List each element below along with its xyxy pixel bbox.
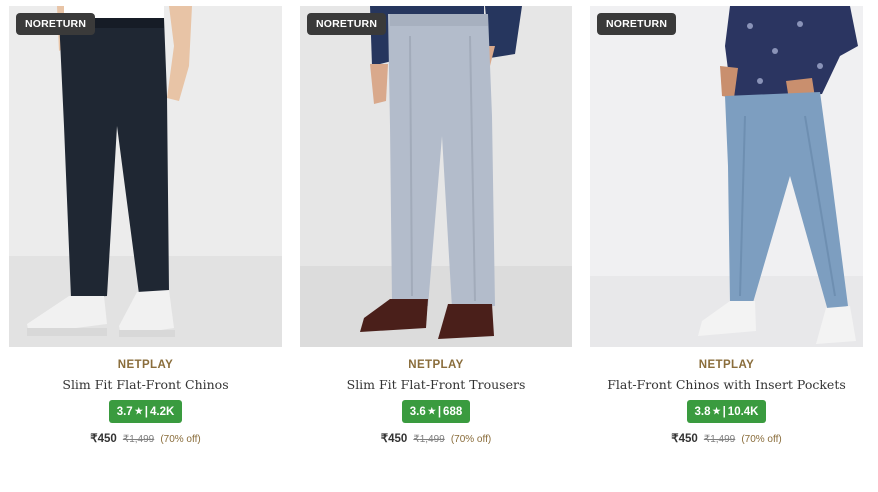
rating-separator: | — [437, 405, 442, 418]
product-photo — [9, 6, 282, 347]
price-row: ₹450 ₹1,499 (70% off) — [590, 432, 863, 446]
rating-separator: | — [144, 405, 148, 418]
product-title[interactable]: Slim Fit Flat-Front Trousers — [300, 377, 572, 393]
product-brand: NETPLAY — [408, 359, 464, 371]
selling-price: ₹450 — [90, 433, 117, 445]
price-row: ₹450 ₹1,499 (70% off) — [9, 432, 282, 446]
product-image[interactable]: NORETURN — [590, 6, 863, 347]
discount-text: (70% off) — [741, 434, 782, 445]
noreturn-badge: NORETURN — [307, 13, 387, 35]
rating-value: 3.7 — [116, 405, 133, 418]
product-card[interactable]: NORETURN NETPLAY Slim Fit Flat-Front Chi… — [9, 6, 282, 446]
discount-text: (70% off) — [160, 434, 201, 445]
product-photo — [300, 6, 572, 347]
rating-badge: 3.6 ★ | 688 — [401, 400, 471, 423]
rating-separator: | — [722, 405, 726, 418]
rating-row: 3.8 ★ | 10.4K — [590, 400, 863, 423]
noreturn-badge: NORETURN — [597, 13, 677, 35]
original-price: ₹1,499 — [413, 434, 445, 445]
product-title[interactable]: Slim Fit Flat-Front Chinos — [9, 377, 282, 393]
original-price: ₹1,499 — [703, 434, 736, 445]
original-price: ₹1,499 — [122, 434, 155, 445]
rating-row: 3.7 ★ | 4.2K — [9, 400, 282, 423]
rating-badge: 3.7 ★ | 4.2K — [108, 400, 183, 423]
star-icon: ★ — [134, 406, 143, 416]
product-info: NETPLAY Slim Fit Flat-Front Chinos 3.7 ★… — [9, 358, 282, 446]
star-icon: ★ — [427, 406, 436, 416]
rating-badge: 3.8 ★ | 10.4K — [686, 400, 767, 423]
rating-count: 10.4K — [727, 405, 759, 418]
rating-count: 688 — [443, 405, 463, 418]
rating-value: 3.8 — [694, 405, 711, 418]
discount-text: (70% off) — [450, 434, 492, 445]
product-photo — [590, 6, 863, 347]
product-image[interactable]: NORETURN — [300, 6, 572, 347]
product-image[interactable]: NORETURN — [9, 6, 282, 347]
product-grid: NORETURN NETPLAY Slim Fit Flat-Front Chi… — [0, 0, 878, 492]
rating-value: 3.6 — [409, 405, 426, 418]
product-card[interactable]: NORETURN NETPLAY Flat-Front Chinos with … — [590, 6, 863, 446]
star-icon: ★ — [712, 406, 721, 416]
product-title[interactable]: Flat-Front Chinos with Insert Pockets — [590, 377, 863, 393]
selling-price: ₹450 — [671, 433, 698, 445]
product-brand: NETPLAY — [698, 359, 755, 371]
rating-row: 3.6 ★ | 688 — [300, 400, 572, 423]
noreturn-badge: NORETURN — [16, 13, 96, 35]
product-card[interactable]: NORETURN NETPLAY Slim Fit Flat-Front Tro… — [300, 6, 572, 446]
product-info: NETPLAY Flat-Front Chinos with Insert Po… — [590, 358, 863, 446]
rating-count: 4.2K — [150, 405, 175, 418]
selling-price: ₹450 — [380, 433, 408, 445]
price-row: ₹450 ₹1,499 (70% off) — [300, 432, 572, 446]
product-info: NETPLAY Slim Fit Flat-Front Trousers 3.6… — [300, 358, 572, 446]
product-brand: NETPLAY — [117, 359, 174, 371]
